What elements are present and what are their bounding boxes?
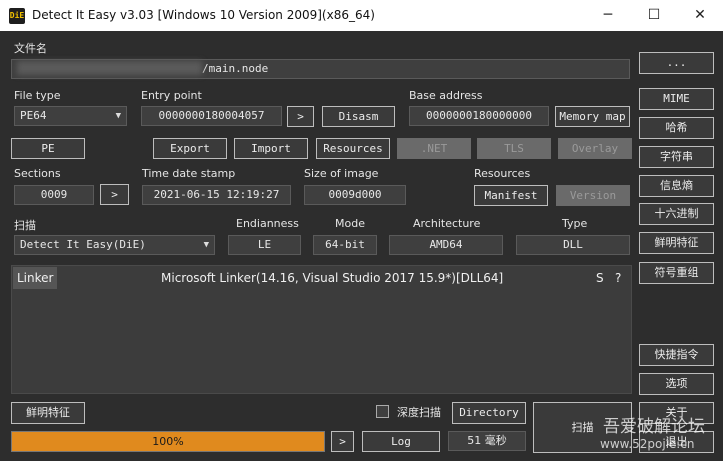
result-info-button[interactable]: ? (615, 267, 621, 289)
redacted-path (17, 61, 202, 75)
chevron-down-icon: ▼ (115, 111, 121, 121)
result-signature-button[interactable]: S (596, 267, 604, 289)
mode-field[interactable]: 64-bit (313, 235, 377, 255)
minimize-button[interactable]: ─ (585, 0, 631, 31)
entry-point-field[interactable]: 0000000180004057 (141, 106, 282, 126)
entry-point-go-button[interactable]: > (287, 106, 314, 127)
deep-scan-label: 深度扫描 (397, 406, 441, 419)
hash-button[interactable]: 哈希 (639, 117, 714, 139)
progress-text: 100% (152, 435, 184, 448)
progress-go-button[interactable]: > (331, 431, 354, 452)
file-type-label: File type (14, 89, 61, 102)
mode-label: Mode (335, 217, 365, 230)
elapsed-time-field: 51 毫秒 (448, 431, 526, 451)
resources-label: Resources (474, 167, 531, 180)
title-bar: DiE Detect It Easy v3.03 [Windows 10 Ver… (0, 0, 723, 31)
signatures-button[interactable]: 鲜明特征 (639, 232, 714, 254)
type-field[interactable]: DLL (516, 235, 630, 255)
sections-field[interactable]: 0009 (14, 185, 94, 205)
result-value: Microsoft Linker(14.16, Visual Studio 20… (161, 271, 504, 285)
disasm-button[interactable]: Disasm (322, 106, 395, 127)
scan-engine-select[interactable]: Detect It Easy(DiE) ▼ (14, 235, 215, 255)
file-type-select[interactable]: PE64 ▼ (14, 106, 127, 126)
sections-label: Sections (14, 167, 61, 180)
watermark-url: www.52pojie.cn (600, 437, 695, 451)
watermark-title: 吾爱破解论坛 (603, 417, 705, 437)
deep-scan-checkbox[interactable] (376, 405, 389, 418)
result-row[interactable]: Linker Microsoft Linker(14.16, Visual St… (13, 267, 630, 289)
directory-button[interactable]: Directory (452, 402, 526, 424)
strings-button[interactable]: 字符串 (639, 146, 714, 168)
version-button[interactable]: Version (556, 185, 630, 206)
window-title: Detect It Easy v3.03 [Windows 10 Version… (32, 8, 375, 22)
size-of-image-label: Size of image (304, 167, 379, 180)
base-address-label: Base address (409, 89, 483, 102)
endianness-label: Endianness (236, 217, 299, 230)
time-date-stamp-label: Time date stamp (142, 167, 236, 180)
app-icon: DiE (9, 8, 25, 24)
architecture-label: Architecture (413, 217, 481, 230)
pe-button[interactable]: PE (11, 138, 85, 159)
scan-engine-value: Detect It Easy(DiE) (20, 238, 146, 251)
overlay-button[interactable]: Overlay (558, 138, 632, 159)
demangle-button[interactable]: 符号重组 (639, 262, 714, 284)
options-button[interactable]: 选项 (639, 373, 714, 395)
export-button[interactable]: Export (153, 138, 227, 159)
chevron-down-icon: ▼ (203, 240, 209, 250)
tls-button[interactable]: TLS (477, 138, 551, 159)
maximize-button[interactable]: ☐ (631, 0, 677, 31)
result-type: Linker (13, 267, 58, 289)
file-path-text: /main.node (202, 62, 269, 75)
sections-go-button[interactable]: > (100, 184, 129, 205)
scan-label: 扫描 (14, 219, 36, 232)
entry-point-label: Entry point (141, 89, 202, 102)
time-date-stamp-field[interactable]: 2021-06-15 12:19:27 (142, 185, 291, 205)
log-button[interactable]: Log (362, 431, 440, 452)
close-button[interactable]: ✕ (677, 0, 723, 31)
bottom-signatures-button[interactable]: 鲜明特征 (11, 402, 85, 424)
browse-button[interactable]: ... (639, 52, 714, 74)
entropy-button[interactable]: 信息熵 (639, 175, 714, 197)
size-of-image-field[interactable]: 0009d000 (304, 185, 406, 205)
resources-button[interactable]: Resources (316, 138, 390, 159)
results-panel[interactable]: Linker Microsoft Linker(14.16, Visual St… (11, 265, 632, 394)
type-label: Type (562, 217, 588, 230)
base-address-field[interactable]: 0000000180000000 (409, 106, 549, 126)
hex-button[interactable]: 十六进制 (639, 203, 714, 225)
file-name-label: 文件名 (14, 42, 47, 55)
endianness-field[interactable]: LE (228, 235, 301, 255)
manifest-button[interactable]: Manifest (474, 185, 548, 206)
file-type-value: PE64 (20, 109, 47, 122)
net-button[interactable]: .NET (397, 138, 471, 159)
mime-button[interactable]: MIME (639, 88, 714, 110)
architecture-field[interactable]: AMD64 (389, 235, 503, 255)
shortcuts-button[interactable]: 快捷指令 (639, 344, 714, 366)
import-button[interactable]: Import (234, 138, 308, 159)
scan-progress-bar: 100% (11, 431, 325, 452)
memory-map-button[interactable]: Memory map (555, 106, 630, 127)
